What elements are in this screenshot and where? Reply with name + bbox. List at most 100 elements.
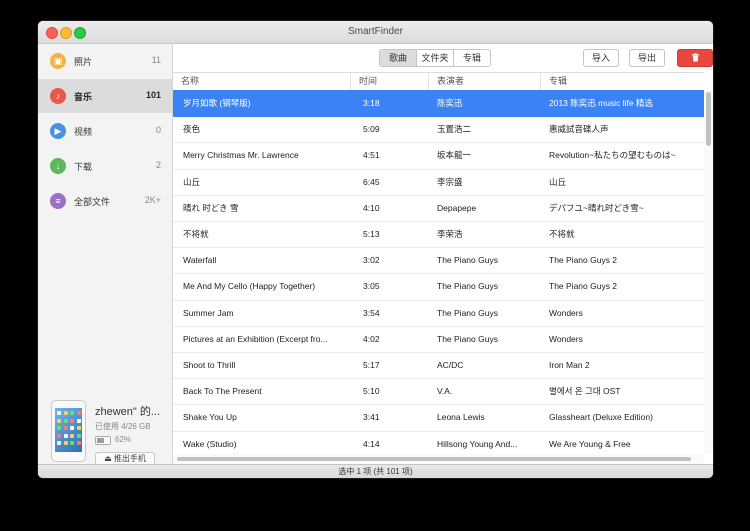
sidebar-item-label: 下载	[74, 162, 93, 172]
cell-artist: Leona Lewis	[437, 412, 485, 423]
horizontal-scroll-thumb[interactable]	[177, 457, 691, 461]
status-text: 选中 1 项 (共 101 项)	[338, 467, 413, 476]
delete-button[interactable]	[677, 49, 713, 67]
cell-name: Shoot to Thrill	[183, 360, 236, 370]
table-row[interactable]: Pictures at an Exhibition (Excerpt fro..…	[173, 326, 704, 353]
sidebar-item-count: 11	[151, 55, 161, 65]
app-icon	[76, 418, 81, 423]
table-row[interactable]: Shake You Up 3:41 Leona Lewis Glassheart (D…	[173, 404, 704, 432]
cell-album: 山丘	[549, 176, 567, 187]
minimize-window-button[interactable]	[60, 27, 72, 39]
sidebar-item[interactable]: ≡ 全部文件 2K+	[38, 184, 172, 218]
cell-album: The Piano Guys 2	[549, 281, 618, 292]
table-row[interactable]: 山丘 6:45 李宗盛 山丘	[173, 169, 704, 196]
app-icon	[63, 441, 68, 445]
table-row[interactable]: 夜色 5:09 玉置浩二 惠威試音碟人声	[173, 116, 704, 144]
cell-album: 2013 陈奕迅 music life 精选	[549, 98, 653, 108]
sidebar-item[interactable]: ▶ 视频 0	[38, 114, 172, 148]
app-icon	[63, 411, 68, 415]
cell-album: 不将就	[549, 229, 575, 239]
horizontal-scrollbar[interactable]	[173, 454, 704, 464]
main-panel: 歌曲 文件夹 专辑 导入 导出 名称 时间 表演者 专辑 岁月如歌 (钢琴版) 3…	[173, 44, 713, 464]
cell-album: 惠威試音碟人声	[549, 124, 609, 135]
cell-album: 별에서 온 그대 OST	[549, 386, 621, 397]
app-icon	[63, 418, 68, 423]
cell-time: 6:45	[363, 176, 380, 187]
export-button[interactable]: 导出	[629, 49, 665, 67]
cell-artist: 陈奕迅	[437, 98, 463, 108]
trash-icon	[691, 53, 699, 62]
cell-artist: The Piano Guys	[437, 307, 498, 318]
cell-name: Back To The Present	[183, 386, 262, 397]
cell-name: Waterfall	[183, 255, 217, 266]
device-panel: zhewen" 的... 已使用 4/26 GB 62% ⏏ 推出手机	[38, 396, 172, 466]
vertical-scroll-thumb[interactable]	[706, 92, 711, 146]
sidebar-item-count: 0	[155, 125, 161, 135]
cell-album: Glassheart (Deluxe Edition)	[549, 412, 653, 423]
app-icon	[57, 418, 61, 423]
cell-time: 3:02	[363, 255, 380, 266]
cell-time: 3:18	[363, 98, 380, 108]
sidebar-item[interactable]: ♪ 音乐 101	[38, 79, 172, 113]
table-row[interactable]: Shoot to Thrill 5:17 AC/DC Iron Man 2	[173, 352, 704, 380]
cell-artist: 李荣浩	[437, 229, 463, 239]
app-icon	[70, 411, 74, 415]
close-window-button[interactable]	[46, 27, 58, 39]
cell-time: 5:10	[363, 386, 380, 397]
tab-albums[interactable]: 专辑	[454, 50, 490, 66]
cell-album: Revolution~私たちの望むものは~	[549, 150, 676, 161]
app-window: SmartFinder ▣ 照片 11 ♪ 音乐 101 ▶ 视频 0 ↓ 下载 2 ≡ 全部文件 2K+ …	[38, 21, 713, 478]
table-row[interactable]: Wake (Studio) 4:14 Hillsong Young And... We…	[173, 431, 704, 454]
app-icon	[76, 426, 81, 430]
sidebar-item-count: 2K+	[144, 195, 161, 205]
download-icon: ↓	[50, 158, 66, 174]
app-icon	[70, 441, 74, 445]
cell-time: 3:54	[363, 307, 380, 318]
battery-percent: 62%	[115, 435, 132, 444]
import-button[interactable]: 导入	[583, 49, 619, 67]
music-icon: ♪	[50, 88, 66, 104]
column-header-name[interactable]: 名称	[173, 73, 351, 90]
table-row[interactable]: Me And My Cello (Happy Together) 3:05 The …	[173, 273, 704, 301]
cell-time: 4:10	[363, 202, 380, 213]
table-row[interactable]: Back To The Present 5:10 V.A. 별에서 온 그대 OST	[173, 378, 704, 406]
table-row[interactable]: 不将就 5:13 李荣浩 不将就	[173, 221, 704, 249]
cell-name: Pictures at an Exhibition (Excerpt fro..…	[183, 333, 328, 344]
app-icon	[70, 426, 74, 430]
cell-album: We Are Young & Free	[549, 438, 631, 449]
table-row[interactable]: 晴れ 时どき 雪 4:10 Depapepe デパフユ~晴れ时どき雪~	[173, 195, 704, 222]
cell-name: Merry Christmas Mr. Lawrence	[183, 150, 299, 161]
table-row[interactable]: Merry Christmas Mr. Lawrence 4:51 坂本龍一 Revo…	[173, 142, 704, 170]
table-row[interactable]: 岁月如歌 (钢琴版) 3:18 陈奕迅 2013 陈奕迅 music life 精选	[173, 90, 704, 118]
table-row[interactable]: Summer Jam 3:54 The Piano Guys Wonders	[173, 300, 704, 327]
cell-time: 4:14	[363, 438, 380, 449]
sidebar-item-label: 照片	[74, 57, 93, 67]
column-header-time[interactable]: 时间	[351, 73, 429, 90]
cell-artist: AC/DC	[437, 360, 464, 370]
device-name: zhewen" 的...	[95, 406, 161, 418]
cell-album: Wonders	[549, 333, 583, 344]
tab-songs[interactable]: 歌曲	[380, 50, 417, 66]
cell-name: 不将就	[183, 229, 209, 239]
tab-folders[interactable]: 文件夹	[417, 50, 454, 66]
maximize-window-button[interactable]	[74, 27, 86, 39]
cell-time: 5:09	[363, 124, 380, 135]
app-icon	[63, 426, 68, 430]
cell-artist: V.A.	[437, 386, 453, 397]
vertical-scrollbar[interactable]	[704, 90, 713, 454]
cell-name: 晴れ 时どき 雪	[183, 202, 239, 213]
photo-icon: ▣	[50, 53, 66, 69]
video-icon: ▶	[50, 123, 66, 139]
sidebar-item-label: 全部文件	[74, 197, 111, 207]
table-row[interactable]: Waterfall 3:02 The Piano Guys The Piano Guy…	[173, 247, 704, 275]
sidebar-item[interactable]: ↓ 下载 2	[38, 149, 172, 183]
app-icon	[76, 411, 81, 415]
app-icon	[57, 441, 61, 445]
column-header-album[interactable]: 专辑	[541, 73, 704, 90]
toolbar: 歌曲 文件夹 专辑 导入 导出	[173, 44, 713, 70]
eject-icon: ⏏	[104, 454, 112, 463]
sidebar-item[interactable]: ▣ 照片 11	[38, 44, 172, 78]
column-header-artist[interactable]: 表演者	[429, 73, 541, 90]
cell-artist: The Piano Guys	[437, 333, 498, 344]
window-title: SmartFinder	[347, 26, 403, 37]
